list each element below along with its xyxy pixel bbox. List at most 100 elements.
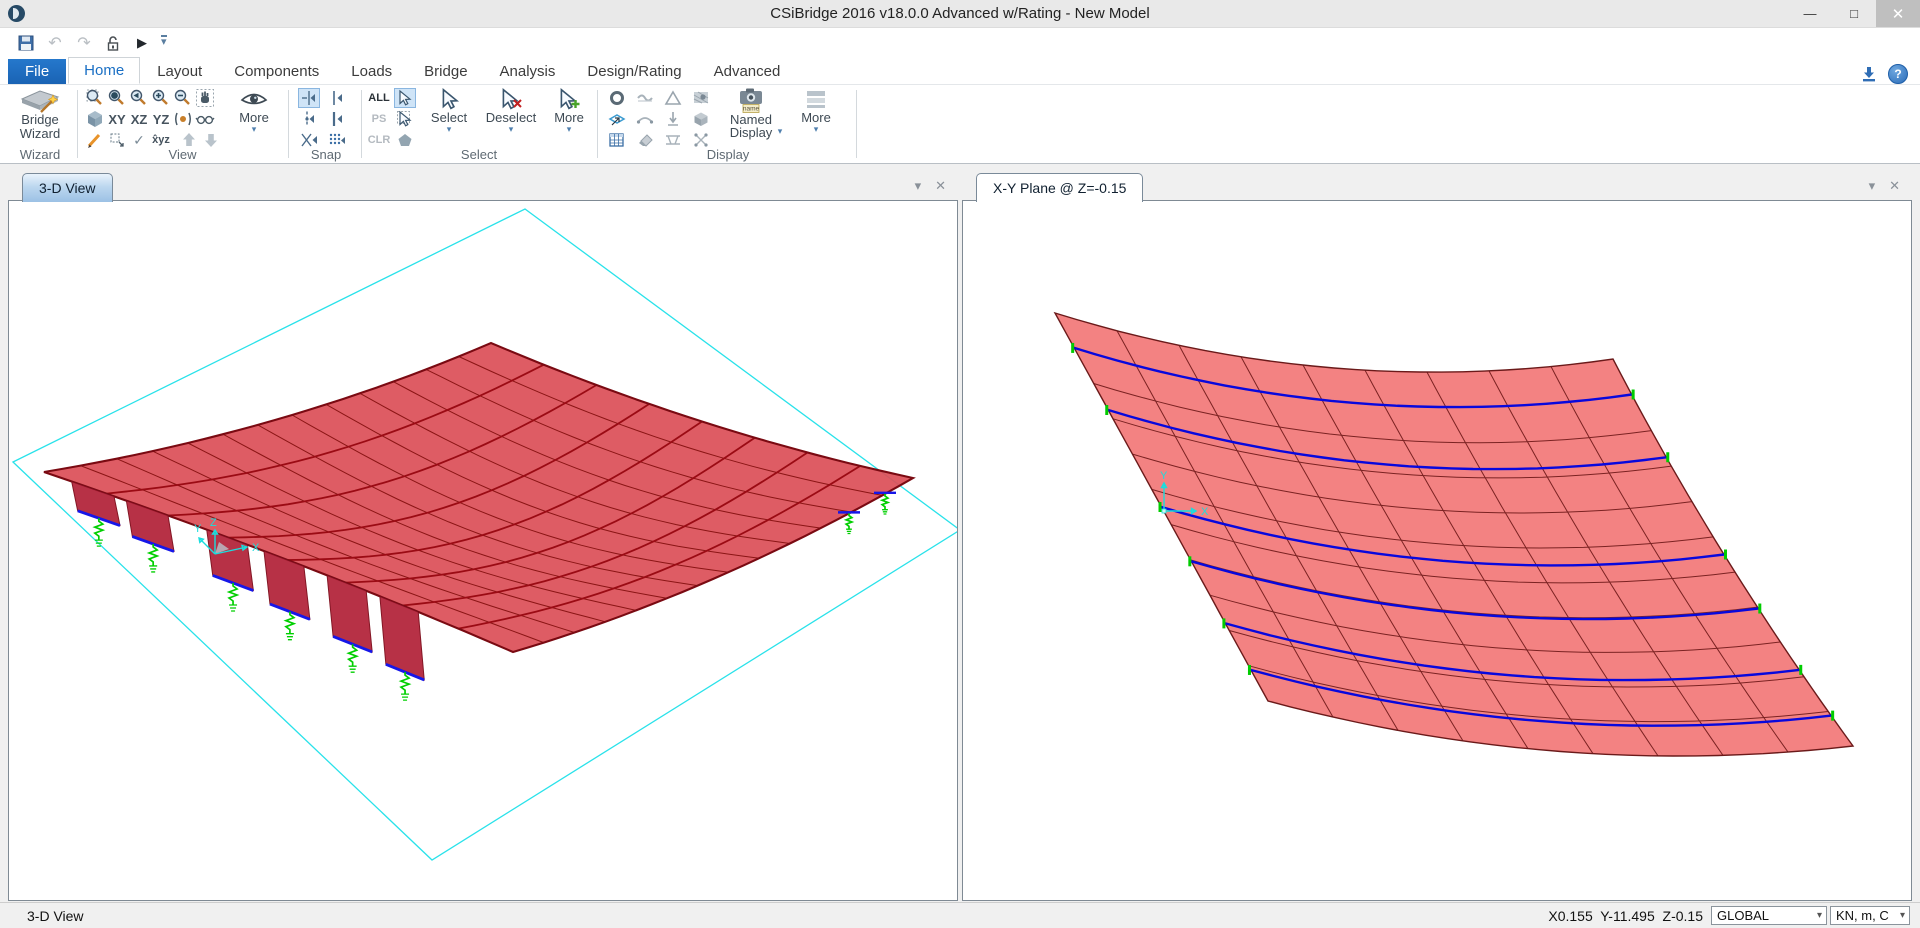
lock-icon[interactable] — [103, 33, 123, 53]
axis-y-label: Y — [1160, 470, 1168, 482]
group-label-select: Select — [366, 147, 592, 162]
tab-design-rating[interactable]: Design/Rating — [572, 59, 696, 84]
select-arrow-icon — [438, 87, 460, 111]
group-label-wizard: Wizard — [6, 147, 74, 162]
snap-midpoints-icon[interactable] — [298, 109, 320, 129]
run-analysis-icon[interactable]: ▶ — [132, 33, 152, 53]
tab-3d-view[interactable]: 3-D View — [22, 173, 113, 202]
named-display-camera-icon: name — [736, 87, 766, 113]
tab-loads[interactable]: Loads — [336, 59, 407, 84]
select-all-button[interactable]: ALL — [368, 88, 390, 108]
pan-hand-icon[interactable] — [194, 88, 216, 108]
pane-dropdown-icon[interactable]: ▾ — [915, 178, 922, 194]
plan-model-canvas[interactable]: X Y — [963, 201, 1911, 903]
view-more-button[interactable]: More ▾ — [229, 87, 279, 147]
select-more-dropdown-button[interactable]: More ▾ — [548, 87, 590, 147]
tab-file[interactable]: File — [8, 59, 66, 84]
title-bar: CSiBridge 2016 v18.0.0 Advanced w/Rating… — [0, 0, 1920, 28]
select-dropdown-button[interactable]: Select ▾ — [422, 87, 476, 147]
chevron-down-icon: ▾ — [1896, 910, 1909, 921]
zoom-out-icon[interactable] — [172, 88, 194, 108]
view-window-plan: X-Y Plane @ Z=-0.15 ▾ ✕ X Y — [962, 166, 1912, 901]
display-undeformed-icon[interactable] — [606, 88, 628, 108]
pane-controls: ▾ ✕ — [915, 178, 946, 194]
axis-x-label: X — [1201, 506, 1209, 518]
group-separator — [77, 90, 78, 158]
rubber-band-zoom-icon[interactable] — [84, 88, 106, 108]
status-coordinates: X0.155 Y-11.495 Z-0.15 — [1548, 908, 1703, 924]
display-image-icon[interactable] — [690, 88, 712, 108]
display-loads-icon[interactable] — [662, 109, 684, 129]
viewport-plan[interactable]: X Y — [962, 200, 1912, 901]
viewport-3d[interactable]: X Y Z — [8, 200, 958, 901]
tab-advanced[interactable]: Advanced — [699, 59, 796, 84]
perspective-glasses-icon[interactable] — [194, 109, 216, 129]
pointer-select-icon[interactable] — [394, 88, 416, 108]
customize-toolbar-icon[interactable]: ▾ — [161, 35, 167, 50]
display-more-icon — [804, 87, 828, 111]
view-xy-button[interactable]: XY — [106, 109, 128, 129]
window-title: CSiBridge 2016 v18.0.0 Advanced w/Rating… — [0, 5, 1920, 22]
deselect-dropdown-button[interactable]: Deselect ▾ — [480, 87, 542, 147]
tab-xy-plane[interactable]: X-Y Plane @ Z=-0.15 — [976, 173, 1143, 202]
reselect-previous-icon[interactable] — [394, 109, 416, 129]
rotate-view-icon[interactable] — [172, 109, 194, 129]
ribbon-tab-row: File Home Layout Components Loads Bridge… — [0, 57, 1920, 85]
snap-ends-icon[interactable] — [326, 88, 348, 108]
view-yz-button[interactable]: YZ — [150, 109, 172, 129]
tab-bridge[interactable]: Bridge — [409, 59, 482, 84]
undo-icon[interactable]: ↶ — [45, 33, 65, 53]
coordinate-system-value: GLOBAL — [1717, 908, 1769, 923]
pane-controls: ▾ ✕ — [1869, 178, 1900, 194]
tab-components[interactable]: Components — [219, 59, 334, 84]
zoom-in-icon[interactable] — [150, 88, 172, 108]
display-lanes-plane-icon[interactable] — [606, 109, 628, 129]
view-more-label: More — [239, 111, 269, 125]
snap-perpendicular-icon[interactable] — [326, 109, 348, 129]
status-bar: 3-D View X0.155 Y-11.495 Z-0.15 GLOBAL ▾… — [0, 902, 1920, 928]
bridge-plan-model — [1055, 313, 1853, 756]
restore-full-view-icon[interactable] — [106, 88, 128, 108]
3d-model-canvas[interactable]: X Y Z — [9, 201, 957, 903]
display-tendons-icon[interactable] — [634, 109, 656, 129]
display-solid-icon[interactable] — [690, 109, 712, 129]
previous-zoom-icon[interactable] — [128, 88, 150, 108]
download-icon[interactable] — [1860, 65, 1878, 83]
named-display-label: Named Display — [722, 113, 780, 139]
bridge-wizard-label: Bridge Wizard — [11, 113, 69, 141]
select-previous-ps-button[interactable]: PS — [368, 109, 390, 129]
display-deformed-icon[interactable] — [634, 88, 656, 108]
ribbon: Bridge Wizard Wizard XY XZ YZ ✓ x̂yz Mor… — [0, 85, 1920, 164]
help-icon[interactable]: ? — [1888, 64, 1908, 84]
pane-close-icon[interactable]: ✕ — [1889, 178, 1900, 194]
group-separator — [361, 90, 362, 158]
axis-z-label: Z — [210, 517, 217, 529]
units-select[interactable]: KN, m, C ▾ — [1830, 906, 1910, 925]
coordinate-system-select[interactable]: GLOBAL ▾ — [1711, 906, 1827, 925]
quick-access-toolbar: ↶ ↷ ▶ ▾ — [0, 28, 1920, 57]
bridge-3d-model — [13, 209, 957, 860]
view-xz-button[interactable]: XZ — [128, 109, 150, 129]
snap-points-icon[interactable] — [298, 88, 320, 108]
display-mode-shape-icon[interactable] — [662, 88, 684, 108]
group-separator — [288, 90, 289, 158]
view-3d-icon[interactable] — [84, 109, 106, 129]
named-display-button[interactable]: name Named Display ▾ — [718, 87, 784, 147]
tab-home[interactable]: Home — [68, 57, 140, 84]
chevron-down-icon: ▾ — [778, 127, 783, 135]
bridge-wizard-button[interactable]: Bridge Wizard — [10, 87, 70, 147]
tab-analysis[interactable]: Analysis — [485, 59, 571, 84]
chevron-down-icon: ▾ — [509, 125, 514, 133]
pane-dropdown-icon[interactable]: ▾ — [1869, 178, 1876, 194]
save-icon[interactable] — [16, 33, 36, 53]
deselect-label: Deselect — [486, 111, 537, 125]
pane-close-icon[interactable]: ✕ — [935, 178, 946, 194]
display-more-dropdown-button[interactable]: More ▾ — [794, 87, 838, 147]
group-separator — [597, 90, 598, 158]
chevron-down-icon: ▾ — [567, 125, 572, 133]
group-display: name Named Display ▾ More ▾ Display — [602, 85, 854, 163]
display-more-label: More — [801, 111, 831, 125]
axis-x-label: X — [252, 542, 260, 554]
tab-layout[interactable]: Layout — [142, 59, 217, 84]
redo-icon[interactable]: ↷ — [74, 33, 94, 53]
